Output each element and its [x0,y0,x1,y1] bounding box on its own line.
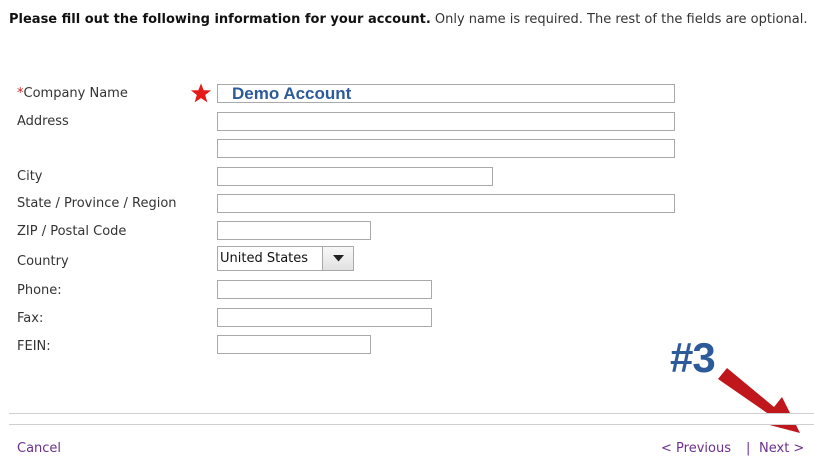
city-label: City [17,169,43,184]
fax-input[interactable] [217,308,432,327]
fein-label: FEIN: [17,339,51,354]
state-input[interactable] [217,194,675,213]
address-line1-input[interactable] [217,112,675,131]
previous-link[interactable]: < Previous [661,441,731,456]
state-label: State / Province / Region [17,196,177,211]
company-name-input[interactable] [217,84,675,103]
intro-bold: Please fill out the following informatio… [9,12,431,27]
phone-label: Phone: [17,283,62,298]
country-select-value: United States [220,251,309,266]
fax-label: Fax: [17,311,44,326]
fein-input[interactable] [217,335,371,354]
company-name-label-text: Company Name [23,86,128,101]
account-form-page: Please fill out the following informatio… [0,0,814,467]
zip-label: ZIP / Postal Code [17,224,127,239]
country-select[interactable]: United States [217,246,354,271]
cancel-link[interactable]: Cancel [17,441,61,456]
step-annotation: #3 [670,334,716,381]
footer-divider [9,413,814,425]
company-name-label: *Company Name [17,86,128,101]
star-icon [190,83,212,103]
city-input[interactable] [217,167,493,186]
intro-text: Please fill out the following informatio… [9,11,809,28]
country-label: Country [17,254,69,269]
address-label: Address [17,114,69,129]
country-select-button[interactable] [322,247,353,270]
phone-input[interactable] [217,280,432,299]
address-line2-input[interactable] [217,139,675,158]
arrow-icon [718,368,800,433]
chevron-down-icon [333,255,344,262]
footer-separator: | [746,441,751,456]
intro-rest: Only name is required. The rest of the f… [430,12,808,27]
zip-input[interactable] [217,221,371,240]
next-link[interactable]: Next > [759,441,804,456]
